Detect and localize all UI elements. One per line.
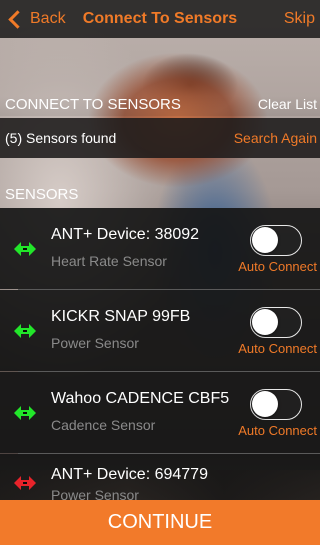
skip-button[interactable]: Skip: [284, 10, 315, 28]
connected-status-icon: [14, 406, 36, 420]
auto-connect-label: Auto Connect: [238, 341, 317, 356]
back-label: Back: [30, 10, 66, 27]
connect-section-header: CONNECT TO SENSORS Clear List: [0, 96, 320, 116]
toggle-knob: [252, 309, 278, 335]
sensor-name: ANT+ Device: 38092: [51, 226, 200, 243]
sensors-found-count: (5) Sensors found: [5, 130, 117, 146]
auto-connect-toggle[interactable]: [250, 225, 302, 256]
sensor-type: Heart Rate Sensor: [51, 253, 167, 269]
sensor-name: ANT+ Device: 694779: [51, 466, 208, 483]
sensors-found-bar: (5) Sensors found Search Again: [0, 118, 320, 158]
auto-connect-toggle[interactable]: [250, 307, 302, 338]
connect-section-title: CONNECT TO SENSORS: [5, 96, 181, 113]
sensor-row-2[interactable]: KICKR SNAP 99FB Power Sensor Auto Connec…: [0, 290, 320, 371]
sensors-section-title: SENSORS: [5, 186, 79, 203]
sensor-row-4[interactable]: ANT+ Device: 694779 Power Sensor: [0, 454, 320, 500]
sensor-row-3[interactable]: Wahoo CADENCE CBF5 Cadence Sensor Auto C…: [0, 372, 320, 453]
sensors-section-header: SENSORS: [0, 186, 320, 208]
sensor-name: KICKR SNAP 99FB: [51, 308, 191, 325]
connected-status-icon: [14, 324, 36, 338]
connected-status-icon: [14, 242, 36, 256]
sensor-type: Cadence Sensor: [51, 417, 156, 433]
back-button[interactable]: Back: [8, 8, 66, 30]
sensor-name: Wahoo CADENCE CBF5: [51, 390, 230, 407]
sensor-list[interactable]: ANT+ Device: 38092 Heart Rate Sensor Aut…: [0, 208, 320, 500]
toggle-knob: [252, 227, 278, 253]
nav-bar: Back Connect To Sensors Skip: [0, 0, 320, 38]
clear-list-button[interactable]: Clear List: [258, 96, 317, 112]
connect-sensors-screen: Back Connect To Sensors Skip CONNECT TO …: [0, 0, 320, 545]
disconnected-status-icon: [14, 476, 36, 490]
auto-connect-label: Auto Connect: [238, 259, 317, 274]
toggle-knob: [252, 391, 278, 417]
sensor-type: Power Sensor: [51, 335, 139, 351]
auto-connect-label: Auto Connect: [238, 423, 317, 438]
sensor-type: Power Sensor: [51, 487, 139, 500]
chevron-left-icon: [8, 9, 27, 29]
search-again-button[interactable]: Search Again: [234, 130, 317, 146]
sensor-row-1[interactable]: ANT+ Device: 38092 Heart Rate Sensor Aut…: [0, 208, 320, 289]
continue-button[interactable]: CONTINUE: [0, 500, 320, 545]
auto-connect-toggle[interactable]: [250, 389, 302, 420]
